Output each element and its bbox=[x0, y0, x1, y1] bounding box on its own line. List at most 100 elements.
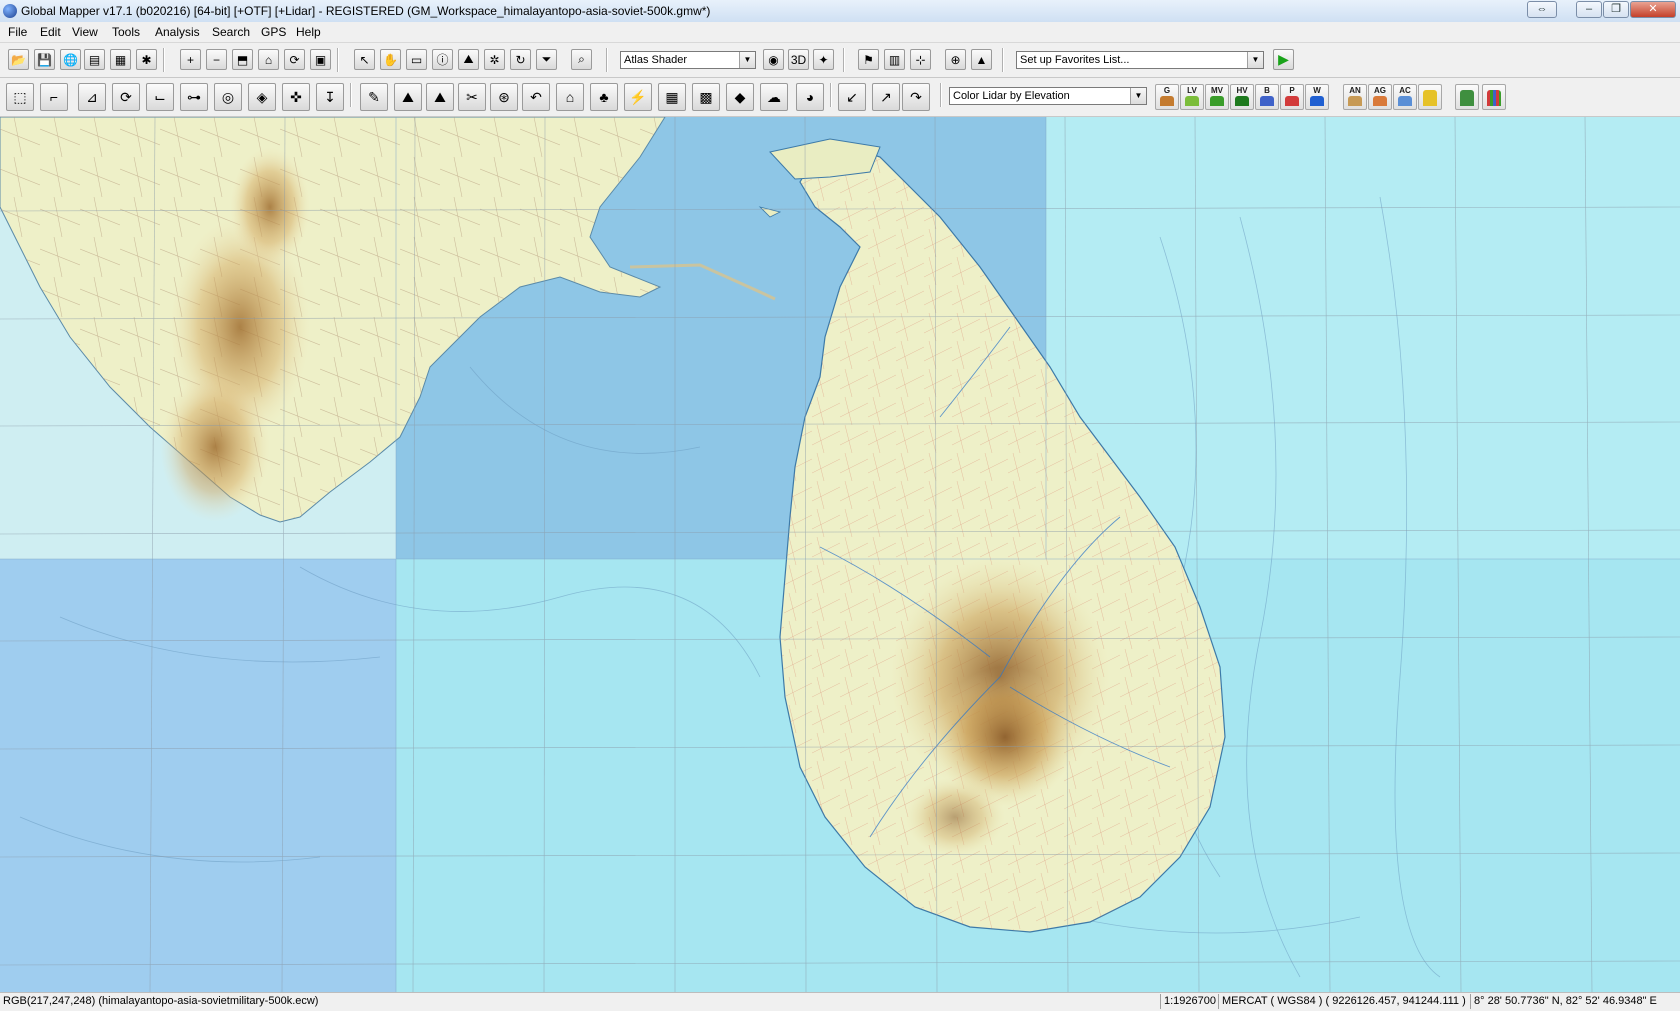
medium-veg-icon bbox=[1210, 96, 1224, 106]
class-high-veg-button[interactable]: HV bbox=[1230, 84, 1254, 110]
play-triangle-icon[interactable]: ▶ bbox=[1273, 49, 1294, 70]
refresh-icon[interactable]: ⟳ bbox=[284, 49, 305, 70]
status-divider bbox=[1160, 994, 1161, 1009]
config-icon[interactable]: ▦ bbox=[110, 49, 131, 70]
powerline-extract-icon[interactable]: ⚡ bbox=[624, 83, 652, 111]
arrow-left-icon[interactable]: ↙ bbox=[838, 83, 866, 111]
point-stats-icon bbox=[1460, 90, 1474, 106]
lidar-rotate-icon[interactable]: ⊛ bbox=[490, 83, 518, 111]
lidar-select-icon[interactable]: ⛰ bbox=[394, 83, 422, 111]
class-building-button[interactable]: B bbox=[1255, 84, 1279, 110]
global-mapper-app-icon[interactable] bbox=[3, 4, 17, 18]
lidar-cloud-icon[interactable]: ☁ bbox=[760, 83, 788, 111]
restore-size-button[interactable]: ⇔ bbox=[1527, 1, 1557, 18]
view-shed-icon[interactable]: ✲ bbox=[484, 49, 505, 70]
lidar-grid-icon[interactable]: ▦ bbox=[658, 83, 686, 111]
favorites-select[interactable]: Set up Favorites List... ▼ bbox=[1016, 51, 1264, 69]
color-ac-button[interactable]: AC bbox=[1393, 84, 1417, 110]
class-medium-veg-button[interactable]: MV bbox=[1205, 84, 1229, 110]
chevron-down-icon[interactable]: ▼ bbox=[739, 52, 755, 68]
move-feature-icon[interactable]: ✜ bbox=[282, 83, 310, 111]
building-extract-icon[interactable]: ⌂ bbox=[556, 83, 584, 111]
minimize-button[interactable]: – bbox=[1576, 1, 1602, 18]
class-low-veg-button[interactable]: LV bbox=[1180, 84, 1204, 110]
lidar-undo-icon[interactable]: ↶ bbox=[522, 83, 550, 111]
feature-info-icon[interactable]: ⓘ bbox=[432, 49, 453, 70]
maximize-button[interactable]: ❐ bbox=[1603, 1, 1629, 18]
terrain-icon[interactable]: ✦ bbox=[813, 49, 834, 70]
map-canvas[interactable] bbox=[0, 117, 1680, 992]
arrow-redo-icon[interactable]: ↷ bbox=[902, 83, 930, 111]
pan-hand-icon[interactable]: ✋ bbox=[380, 49, 401, 70]
lidar-filter-icon[interactable]: ◆ bbox=[726, 83, 754, 111]
digitize-area-icon[interactable]: ⬚ bbox=[6, 83, 34, 111]
north-arrow-icon[interactable]: ▲ bbox=[971, 49, 992, 70]
edit-vertex-icon[interactable]: ⟳ bbox=[112, 83, 140, 111]
water-icon bbox=[1310, 96, 1324, 106]
menu-gps[interactable]: GPS bbox=[261, 25, 286, 39]
map-layout-icon[interactable]: ▥ bbox=[884, 49, 905, 70]
color-ag-button[interactable]: AG bbox=[1368, 84, 1392, 110]
digitizer-icon[interactable]: ↖ bbox=[354, 49, 375, 70]
measure-line-icon[interactable]: ↧ bbox=[316, 83, 344, 111]
digitize-line-icon[interactable]: ⌐ bbox=[40, 83, 68, 111]
arrow-up-icon[interactable]: ↗ bbox=[872, 83, 900, 111]
3d-path-icon[interactable]: ⏷ bbox=[536, 49, 557, 70]
open-folder-icon[interactable]: 📂 bbox=[8, 49, 29, 70]
lidar-sign-button[interactable] bbox=[1418, 84, 1442, 110]
powerline-icon bbox=[1285, 96, 1299, 106]
menu-edit[interactable]: Edit bbox=[40, 25, 61, 39]
shader-settings-icon[interactable]: ◉ bbox=[763, 49, 784, 70]
3d-view-icon[interactable]: 3D bbox=[788, 49, 809, 70]
globe-icon[interactable]: 🌐 bbox=[60, 49, 81, 70]
projection-icon[interactable]: ✱ bbox=[136, 49, 157, 70]
tree-extract-icon[interactable]: ♣ bbox=[590, 83, 618, 111]
menu-tools[interactable]: Tools bbox=[112, 25, 140, 39]
digitize-point-icon[interactable]: ⊿ bbox=[78, 83, 106, 111]
coordinate-edit-icon[interactable]: ⊶ bbox=[180, 83, 208, 111]
menu-search[interactable]: Search bbox=[212, 25, 250, 39]
class-powerline-button[interactable]: P bbox=[1280, 84, 1304, 110]
snap-icon[interactable]: ◎ bbox=[214, 83, 242, 111]
menu-view[interactable]: View bbox=[72, 25, 98, 39]
class-water-button[interactable]: W bbox=[1305, 84, 1329, 110]
chevron-down-icon[interactable]: ▼ bbox=[1247, 52, 1263, 68]
map-view[interactable] bbox=[0, 117, 1680, 992]
shader-select[interactable]: Atlas Shader ▼ bbox=[620, 51, 756, 69]
chevron-down-icon[interactable]: ▼ bbox=[1130, 88, 1146, 104]
color-grid-icon bbox=[1487, 90, 1501, 106]
toolbar-separator bbox=[163, 48, 164, 72]
lidar-fill-icon[interactable]: ◕ bbox=[796, 83, 824, 111]
zoom-out-icon[interactable]: − bbox=[206, 49, 227, 70]
ground-icon bbox=[1160, 96, 1174, 106]
full-view-icon[interactable]: ▣ bbox=[310, 49, 331, 70]
lidar-stats-button[interactable] bbox=[1455, 84, 1479, 110]
path-profile-icon[interactable]: ⛰ bbox=[458, 49, 479, 70]
lidar-thin-icon[interactable]: ▩ bbox=[692, 83, 720, 111]
grid-tool-icon[interactable]: ⊹ bbox=[910, 49, 931, 70]
color-grid-button[interactable] bbox=[1482, 84, 1506, 110]
menu-analysis[interactable]: Analysis bbox=[155, 25, 200, 39]
save-icon[interactable]: 💾 bbox=[34, 49, 55, 70]
menu-file[interactable]: File bbox=[8, 25, 27, 39]
zoom-in-icon[interactable]: + bbox=[180, 49, 201, 70]
color-an-button[interactable]: AN bbox=[1343, 84, 1367, 110]
rotate-icon[interactable]: ↻ bbox=[510, 49, 531, 70]
flag-icon[interactable]: ⚑ bbox=[858, 49, 879, 70]
lidar-color-select[interactable]: Color Lidar by Elevation ▼ bbox=[949, 87, 1147, 105]
gps-center-icon[interactable]: ⊕ bbox=[945, 49, 966, 70]
home-icon[interactable]: ⌂ bbox=[258, 49, 279, 70]
lidar-profile-icon[interactable]: ✎ bbox=[360, 83, 388, 111]
overlay-control-icon[interactable]: ▤ bbox=[84, 49, 105, 70]
measure-icon[interactable]: ▭ bbox=[406, 49, 427, 70]
menu-help[interactable]: Help bbox=[296, 25, 321, 39]
search-binoculars-icon[interactable]: ⌕ bbox=[571, 49, 592, 70]
lidar-cut-icon[interactable]: ✂ bbox=[458, 83, 486, 111]
class-ground-button[interactable]: G bbox=[1155, 84, 1179, 110]
lidar-classify-icon[interactable]: ⛰ bbox=[426, 83, 454, 111]
low-veg-icon bbox=[1185, 96, 1199, 106]
split-line-icon[interactable]: ⌙ bbox=[146, 83, 174, 111]
zoom-layer-icon[interactable]: ⬒ bbox=[232, 49, 253, 70]
close-button[interactable]: ✕ bbox=[1630, 1, 1676, 18]
grid-create-icon[interactable]: ◈ bbox=[248, 83, 276, 111]
